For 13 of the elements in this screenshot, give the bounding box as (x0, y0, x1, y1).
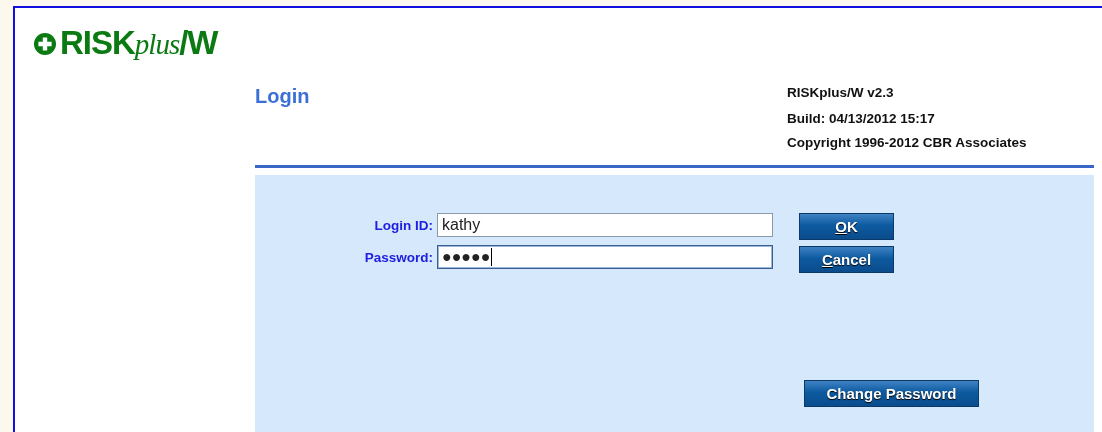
password-field[interactable]: ●●●●● (437, 245, 773, 269)
ok-button[interactable]: OK (799, 213, 894, 240)
change-password-button[interactable]: Change Password (804, 380, 979, 407)
logo: RISKplus/W (60, 26, 218, 61)
about-text: RISKplus/W v2.3 (787, 84, 895, 102)
cancel-button[interactable]: Cancel (799, 246, 894, 273)
field-label: Password: (363, 249, 433, 265)
page-title: Login (255, 85, 310, 109)
about-text: Build: 04/13/2012 15:17 (787, 110, 936, 128)
login-id-field[interactable]: kathy (437, 213, 773, 237)
field-label: Login ID: (373, 217, 433, 233)
about-text: Copyright 1996-2012 CBR Associates (787, 134, 1028, 152)
cross-circle-icon (34, 32, 56, 55)
